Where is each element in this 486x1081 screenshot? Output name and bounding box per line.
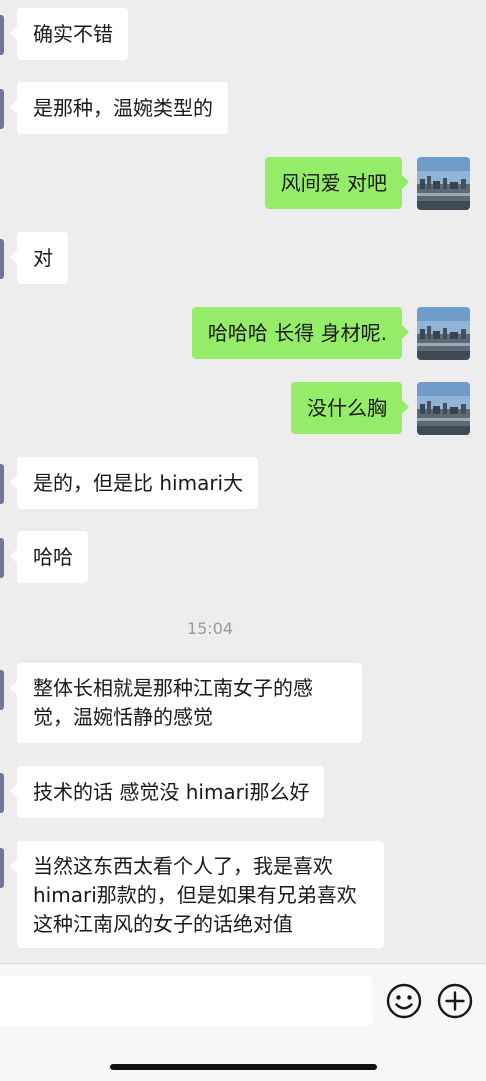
message-input[interactable] (0, 976, 372, 1026)
message-timestamp: 15:04 (186, 619, 234, 638)
sender-avatar-edge[interactable] (0, 848, 4, 888)
cityscape-avatar-image (417, 157, 470, 210)
message-text: 是那种，温婉类型的 (33, 96, 213, 120)
my-avatar[interactable] (417, 382, 470, 435)
chat-input-bar (0, 963, 486, 1081)
message-bubble-incoming[interactable]: 整体长相就是那种江南女子的感觉，温婉恬静的感觉 (10, 663, 362, 743)
message-text: 是的，但是比 himari大 (33, 471, 244, 495)
sender-avatar-edge[interactable] (0, 773, 4, 813)
message-text: 整体长相就是那种江南女子的感觉，温婉恬静的感觉 (33, 676, 313, 729)
cityscape-avatar-image (417, 307, 470, 360)
emoji-button[interactable] (386, 983, 422, 1019)
message-text: 风间爱 对吧 (280, 171, 387, 195)
message-bubble-incoming[interactable]: 对 (10, 232, 68, 284)
more-button[interactable] (437, 983, 473, 1019)
message-bubble-incoming[interactable]: 当然这东西太看个人了，我是喜欢himari那款的，但是如果有兄弟喜欢这种江南风的… (10, 841, 384, 948)
message-text: 确实不错 (33, 22, 113, 46)
sender-avatar-edge[interactable] (0, 89, 4, 129)
message-bubble-incoming[interactable]: 哈哈 (10, 531, 88, 583)
message-bubble-outgoing[interactable]: 哈哈哈 长得 身材呢. (191, 307, 410, 359)
message-bubble-incoming[interactable]: 是那种，温婉类型的 (10, 82, 228, 134)
sender-avatar-edge[interactable] (0, 15, 4, 55)
message-text: 哈哈哈 长得 身材呢. (207, 321, 387, 345)
sender-avatar-edge[interactable] (0, 239, 4, 279)
message-text: 没什么胸 (307, 396, 387, 420)
message-text: 哈哈 (33, 545, 73, 569)
message-bubble-outgoing[interactable]: 没什么胸 (291, 382, 409, 434)
home-indicator[interactable] (110, 1064, 377, 1070)
sender-avatar-edge[interactable] (0, 538, 4, 578)
sender-avatar-edge[interactable] (0, 670, 4, 710)
emoji-icon (386, 983, 422, 1019)
message-bubble-incoming[interactable]: 技术的话 感觉没 himari那么好 (9, 766, 325, 818)
message-text: 对 (33, 246, 53, 270)
plus-icon (437, 983, 473, 1019)
message-bubble-incoming[interactable]: 确实不错 (10, 8, 128, 60)
cityscape-avatar-image (417, 382, 470, 435)
message-bubble-incoming[interactable]: 是的，但是比 himari大 (9, 457, 259, 509)
message-text: 当然这东西太看个人了，我是喜欢himari那款的，但是如果有兄弟喜欢这种江南风的… (33, 854, 357, 936)
message-bubble-outgoing[interactable]: 风间爱 对吧 (264, 157, 410, 209)
sender-avatar-edge[interactable] (0, 464, 4, 504)
my-avatar[interactable] (417, 157, 470, 210)
my-avatar[interactable] (417, 307, 470, 360)
message-text: 技术的话 感觉没 himari那么好 (33, 780, 310, 804)
